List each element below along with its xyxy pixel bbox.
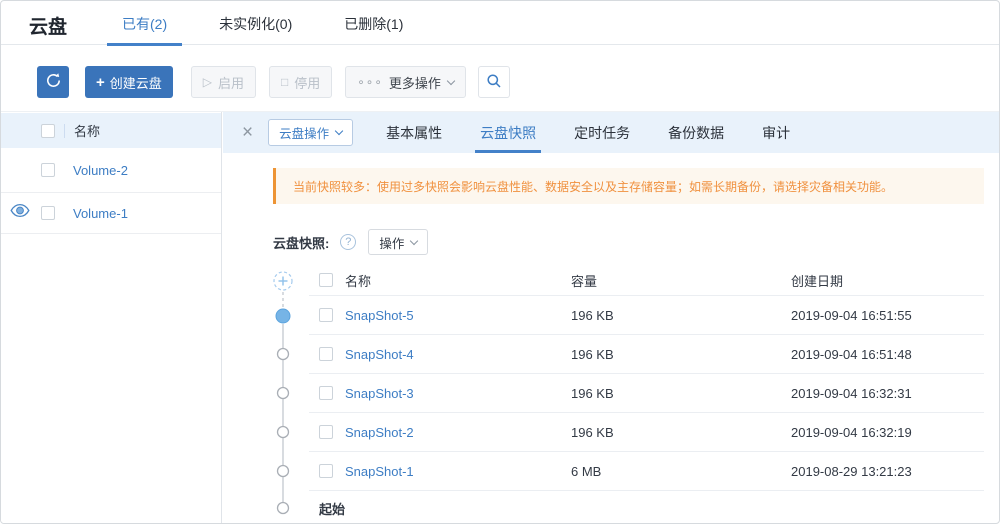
viewing-eye-icon: [10, 204, 30, 223]
enable-label: 启用: [218, 73, 244, 92]
snapshot-actions-button[interactable]: 操作: [368, 229, 428, 255]
tab-scheduled-tasks[interactable]: 定时任务: [569, 112, 635, 153]
column-divider: [64, 124, 65, 138]
snapshot-row[interactable]: SnapShot-2 196 KB 2019-09-04 16:32:19: [309, 413, 984, 452]
toolbar: + 创建云盘 ▷ 启用 □ 停用 ∘∘∘ 更多操作: [1, 45, 999, 111]
snapshot-row[interactable]: SnapShot-3 196 KB 2019-09-04 16:32:31: [309, 374, 984, 413]
volume-row[interactable]: Volume-2: [1, 148, 221, 193]
more-actions-button[interactable]: ∘∘∘ 更多操作: [345, 66, 466, 98]
select-all-snapshots-checkbox[interactable]: [319, 273, 333, 287]
plus-icon: +: [96, 74, 105, 91]
app-window: 云盘 已有(2) 未实例化(0) 已删除(1) + 创建云盘 ▷ 启用 □: [0, 0, 1000, 524]
snapshot-created: 2019-08-29 13:21:23: [791, 464, 984, 479]
col-created: 创建日期: [791, 271, 984, 290]
search-button[interactable]: [478, 66, 510, 98]
chevron-down-icon: [410, 236, 418, 244]
page-header: 云盘 已有(2) 未实例化(0) 已删除(1): [1, 1, 999, 45]
detail-header: × 云盘操作 基本属性 云盘快照 定时任务 备份数据 审计: [223, 112, 999, 153]
main-area: 名称 Volume-2 Volume-1 ×: [1, 111, 999, 524]
row-checkbox[interactable]: [319, 347, 333, 361]
snapshot-name-link[interactable]: SnapShot-3: [345, 386, 571, 401]
row-checkbox[interactable]: [319, 464, 333, 478]
tab-backup-data[interactable]: 备份数据: [663, 112, 729, 153]
snapshot-created: 2019-09-04 16:32:19: [791, 425, 984, 440]
disable-button[interactable]: □ 停用: [269, 66, 332, 98]
refresh-icon: [45, 72, 62, 92]
tab-not-instantiated[interactable]: 未实例化(0): [204, 1, 307, 45]
snapshot-table: 名称 容量 创建日期 SnapShot-5 196 KB 2019-09-04 …: [273, 265, 984, 524]
list-tabs: 已有(2) 未实例化(0) 已删除(1): [107, 1, 418, 45]
more-dots-icon: ∘∘∘: [357, 75, 383, 89]
volume-list-panel: 名称 Volume-2 Volume-1: [1, 112, 222, 524]
row-checkbox[interactable]: [41, 163, 55, 177]
page-title: 云盘: [29, 12, 67, 39]
volume-actions-label: 云盘操作: [279, 123, 329, 142]
snapshot-name-link[interactable]: SnapShot-4: [345, 347, 571, 362]
enable-button[interactable]: ▷ 启用: [191, 66, 256, 98]
row-checkbox[interactable]: [319, 308, 333, 322]
snapshot-name-link[interactable]: SnapShot-2: [345, 425, 571, 440]
disable-label: 停用: [294, 73, 320, 92]
volume-list-header: 名称: [1, 113, 221, 148]
row-checkbox[interactable]: [319, 425, 333, 439]
more-actions-label: 更多操作: [389, 73, 441, 92]
refresh-button[interactable]: [37, 66, 69, 98]
snapshot-created: 2019-09-04 16:32:31: [791, 386, 984, 401]
snapshot-row[interactable]: SnapShot-4 196 KB 2019-09-04 16:51:48: [309, 335, 984, 374]
tab-volume-snapshots[interactable]: 云盘快照: [475, 112, 541, 153]
col-name: 名称: [345, 271, 571, 290]
snapshot-created: 2019-09-04 16:51:48: [791, 347, 984, 362]
snapshot-section-label: 云盘快照:: [273, 233, 329, 252]
snapshot-size: 6 MB: [571, 464, 791, 479]
close-icon[interactable]: ×: [242, 123, 253, 142]
play-icon: ▷: [203, 75, 212, 89]
snapshot-size: 196 KB: [571, 425, 791, 440]
row-checkbox[interactable]: [41, 206, 55, 220]
snapshot-table-header: 名称 容量 创建日期: [309, 265, 984, 296]
volume-row[interactable]: Volume-1: [1, 193, 221, 234]
snapshot-rows: 名称 容量 创建日期 SnapShot-5 196 KB 2019-09-04 …: [309, 265, 984, 524]
snapshot-size: 196 KB: [571, 386, 791, 401]
detail-panel: × 云盘操作 基本属性 云盘快照 定时任务 备份数据 审计 当前快照较多：使用过…: [223, 112, 999, 524]
snapshot-name-link[interactable]: SnapShot-1: [345, 464, 571, 479]
help-icon[interactable]: ?: [340, 234, 356, 250]
search-icon: [486, 73, 502, 92]
warning-text: 当前快照较多：使用过多快照会影响云盘性能、数据安全以及主存储容量；如需长期备份，…: [293, 178, 893, 195]
snapshot-row[interactable]: SnapShot-1 6 MB 2019-08-29 13:21:23: [309, 452, 984, 491]
detail-content: 当前快照较多：使用过多快照会影响云盘性能、数据安全以及主存储容量；如需长期备份，…: [223, 168, 999, 524]
snapshot-row[interactable]: SnapShot-5 196 KB 2019-09-04 16:51:55: [309, 296, 984, 335]
snapshot-created: 2019-09-04 16:51:55: [791, 308, 984, 323]
snapshot-actions-label: 操作: [379, 233, 404, 252]
origin-row: 起始: [309, 491, 984, 524]
volume-actions-button[interactable]: 云盘操作: [268, 119, 353, 146]
volume-name-link[interactable]: Volume-1: [73, 206, 128, 221]
snapshot-warning-banner: 当前快照较多：使用过多快照会影响云盘性能、数据安全以及主存储容量；如需长期备份，…: [273, 168, 984, 204]
chevron-down-icon: [447, 76, 455, 84]
tab-deleted[interactable]: 已删除(1): [329, 1, 418, 45]
snapshot-name-link[interactable]: SnapShot-5: [345, 308, 571, 323]
tab-existing[interactable]: 已有(2): [107, 1, 182, 45]
select-all-checkbox[interactable]: [41, 124, 55, 138]
detail-tabs: 基本属性 云盘快照 定时任务 备份数据 审计: [381, 112, 795, 153]
create-volume-label: 创建云盘: [110, 73, 162, 92]
snapshot-section-bar: 云盘快照: ? 操作: [273, 229, 984, 255]
tab-basic-properties[interactable]: 基本属性: [381, 112, 447, 153]
create-volume-button[interactable]: + 创建云盘: [85, 66, 173, 98]
volume-name-link[interactable]: Volume-2: [73, 163, 128, 178]
origin-label: 起始: [319, 499, 345, 518]
stop-icon: □: [281, 75, 288, 89]
snapshot-size: 196 KB: [571, 308, 791, 323]
snapshot-size: 196 KB: [571, 347, 791, 362]
name-column-header: 名称: [74, 121, 100, 140]
snapshot-timeline: [273, 265, 295, 524]
chevron-down-icon: [335, 127, 343, 135]
tab-audit[interactable]: 审计: [757, 112, 795, 153]
col-size: 容量: [571, 271, 791, 290]
current-snapshot-dot: [276, 309, 290, 323]
row-checkbox[interactable]: [319, 386, 333, 400]
